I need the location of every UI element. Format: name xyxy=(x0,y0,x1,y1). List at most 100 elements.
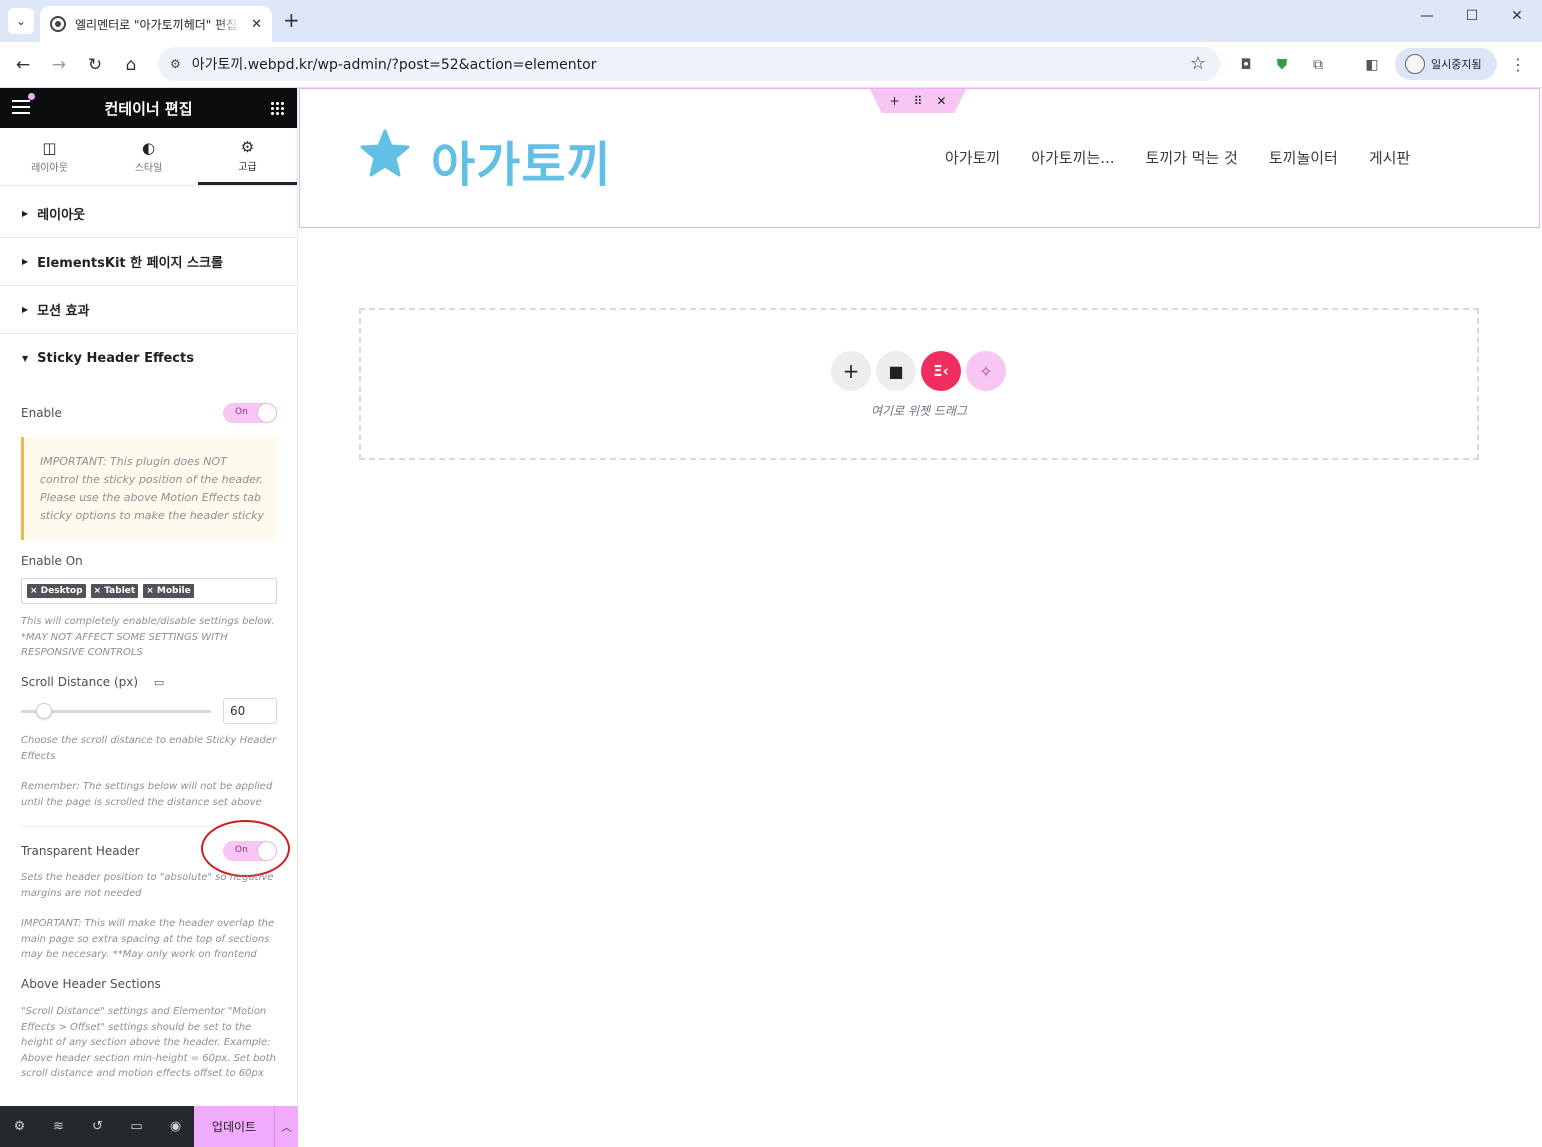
maximize-button[interactable]: ☐ xyxy=(1457,8,1487,24)
drag-icon[interactable]: ⠿ xyxy=(914,94,923,108)
section-motion-effects[interactable]: ▶ 모션 효과 xyxy=(0,286,297,334)
notification-dot xyxy=(28,93,35,100)
chevron-up-icon[interactable]: ︿ xyxy=(274,1106,298,1147)
tab-title: 엘리멘터로 "아가토끼헤더" 편집 xyxy=(75,17,238,32)
tab-advanced[interactable]: ⚙ 고급 xyxy=(198,128,297,185)
preview-canvas: + ⠿ ✕ 아가토끼 아가토끼 아가토끼는... 토끼가 먹는 것 토끼놀이터 … xyxy=(299,88,1542,1147)
section-label: 레이아웃 xyxy=(37,208,85,223)
menu-item[interactable]: 토끼가 먹는 것 xyxy=(1146,147,1238,168)
section-elementskit-scroll[interactable]: ▶ ElementsKit 한 페이지 스크롤 xyxy=(0,238,297,286)
section-layout[interactable]: ▶ 레이아웃 xyxy=(0,190,297,238)
style-icon: ◐ xyxy=(141,139,156,157)
header-container[interactable]: + ⠿ ✕ 아가토끼 아가토끼 아가토끼는... 토끼가 먹는 것 토끼놀이터 … xyxy=(299,88,1540,228)
back-button[interactable]: ← xyxy=(11,53,35,77)
transparent-important: IMPORTANT: This will make the header ove… xyxy=(21,918,275,960)
reload-button[interactable]: ↻ xyxy=(83,53,107,77)
star-logo-icon xyxy=(360,129,410,177)
add-icon[interactable]: + xyxy=(890,94,900,108)
browser-tab[interactable]: 엘리멘터로 "아가토끼헤더" 편집 ✕ xyxy=(40,6,272,42)
avatar xyxy=(1405,54,1425,74)
browser-tabstrip: ⌄ 엘리멘터로 "아가토끼헤더" 편집 ✕ + — ☐ ✕ xyxy=(0,0,1542,42)
chevron-down-icon: ⌄ xyxy=(15,14,27,28)
above-header-help: "Scroll Distance" settings and Elementor… xyxy=(21,1006,276,1079)
camera-extension-icon[interactable]: ◘ xyxy=(1236,55,1256,75)
important-notice: IMPORTANT: This plugin does NOT control … xyxy=(21,437,276,540)
ai-sparkle-button[interactable]: ✧ xyxy=(966,351,1006,391)
scroll-distance-text: Scroll Distance (px) xyxy=(21,675,139,689)
minimize-button[interactable]: — xyxy=(1412,8,1442,24)
highlight-circle xyxy=(201,820,290,877)
panel-title: 컨테이너 편집 xyxy=(104,99,193,118)
new-tab-button[interactable]: + xyxy=(283,9,300,31)
delete-icon[interactable]: ✕ xyxy=(936,94,946,108)
drop-zone-text: 여기로 위젯 드래그 xyxy=(871,404,967,418)
widgets-grid-icon[interactable] xyxy=(270,101,284,115)
side-panel-icon[interactable]: ◧ xyxy=(1362,55,1382,75)
section-sticky-header-effects[interactable]: ▼ Sticky Header Effects xyxy=(0,334,297,382)
container-handle[interactable]: + ⠿ ✕ xyxy=(870,89,966,113)
site-logo-text[interactable]: 아가토끼 xyxy=(431,125,612,195)
section-label: Sticky Header Effects xyxy=(37,350,194,366)
menu-item[interactable]: 아가토끼는... xyxy=(1031,147,1114,168)
enable-on-select[interactable]: × Desktop × Tablet × Mobile xyxy=(21,578,277,604)
slider-handle[interactable] xyxy=(36,703,52,719)
menu-item[interactable]: 토끼놀이터 xyxy=(1269,147,1338,168)
address-bar[interactable]: ⚙ 아가토끼.webpd.kr/wp-admin/?post=52&action… xyxy=(158,47,1220,81)
close-icon[interactable]: ✕ xyxy=(251,17,262,32)
window-close-button[interactable]: ✕ xyxy=(1502,8,1532,24)
tab-layout-label: 레이아웃 xyxy=(31,163,68,174)
tab-style[interactable]: ◐ 스타일 xyxy=(99,128,198,185)
tab-advanced-label: 고급 xyxy=(238,161,257,173)
toggle-state: On xyxy=(235,407,248,417)
tab-search-button[interactable]: ⌄ xyxy=(8,8,34,34)
hamburger-menu-icon[interactable] xyxy=(12,100,30,114)
enable-on-help: This will completely enable/disable sett… xyxy=(21,616,275,658)
scroll-distance-label: Scroll Distance (px) ▭ xyxy=(21,675,164,689)
caret-down-icon: ▼ xyxy=(22,353,29,363)
browser-menu-icon[interactable]: ⋮ xyxy=(1508,55,1528,75)
menu-item[interactable]: 게시판 xyxy=(1369,147,1410,168)
url-text: 아가토끼.webpd.kr/wp-admin/?post=52&action=e… xyxy=(191,57,597,73)
panel-footer: ⚙ ≋ ↺ ▭ ◉ 업데이트 ︿ xyxy=(0,1106,298,1147)
tag-desktop[interactable]: × Desktop xyxy=(27,584,86,598)
tab-layout[interactable]: ◫ 레이아웃 xyxy=(0,128,99,185)
home-button[interactable]: ⌂ xyxy=(119,53,143,77)
scroll-distance-input[interactable]: 60 xyxy=(223,698,277,724)
menu-item[interactable]: 아가토끼 xyxy=(945,147,1000,168)
update-button[interactable]: 업데이트 xyxy=(194,1106,274,1147)
caret-right-icon: ▶ xyxy=(22,305,29,314)
layout-icon: ◫ xyxy=(42,139,57,157)
forward-button[interactable]: → xyxy=(47,53,71,77)
responsive-mode-icon[interactable]: ▭ xyxy=(117,1119,156,1134)
gear-icon: ⚙ xyxy=(240,137,255,156)
tab-style-label: 스타일 xyxy=(134,163,163,174)
caret-right-icon: ▶ xyxy=(22,209,29,218)
empty-drop-zone[interactable]: + ■ Ξ‹ ✧ 여기로 위젯 드래그 xyxy=(359,308,1479,460)
elementskit-library-button[interactable]: Ξ‹ xyxy=(921,351,961,391)
panel-header: 컨테이너 편집 xyxy=(0,88,297,128)
panel-tabs: ◫ 레이아웃 ◐ 스타일 ⚙ 고급 xyxy=(0,128,297,186)
shield-extension-icon[interactable]: ⛊ xyxy=(1272,55,1292,75)
preview-eye-icon[interactable]: ◉ xyxy=(156,1119,195,1134)
site-info-icon[interactable]: ⚙ xyxy=(170,57,181,71)
tag-mobile[interactable]: × Mobile xyxy=(143,584,194,598)
profile-button[interactable]: 일시중지됨 xyxy=(1395,48,1497,80)
enable-label: Enable xyxy=(21,406,62,420)
tag-tablet[interactable]: × Tablet xyxy=(90,584,139,598)
history-icon[interactable]: ↺ xyxy=(78,1119,117,1134)
transparent-header-label: Transparent Header xyxy=(21,844,140,858)
enable-toggle[interactable]: On xyxy=(223,403,277,423)
toggle-knob xyxy=(258,404,276,422)
caret-right-icon: ▶ xyxy=(22,257,29,266)
scroll-help: Choose the scroll distance to enable Sti… xyxy=(21,735,277,762)
settings-gear-icon[interactable]: ⚙ xyxy=(0,1119,39,1134)
browser-toolbar: ← → ↻ ⌂ ⚙ 아가토끼.webpd.kr/wp-admin/?post=5… xyxy=(0,42,1542,88)
section-label: ElementsKit 한 페이지 스크롤 xyxy=(37,256,223,271)
add-section-button[interactable]: + xyxy=(831,351,871,391)
bookmark-star-icon[interactable]: ☆ xyxy=(1190,53,1206,74)
enable-on-label: Enable On xyxy=(21,554,83,568)
template-library-folder-icon[interactable]: ■ xyxy=(876,351,916,391)
extensions-icon[interactable]: ⧉ xyxy=(1308,55,1328,75)
desktop-device-icon[interactable]: ▭ xyxy=(154,676,164,689)
navigator-layers-icon[interactable]: ≋ xyxy=(39,1119,78,1134)
